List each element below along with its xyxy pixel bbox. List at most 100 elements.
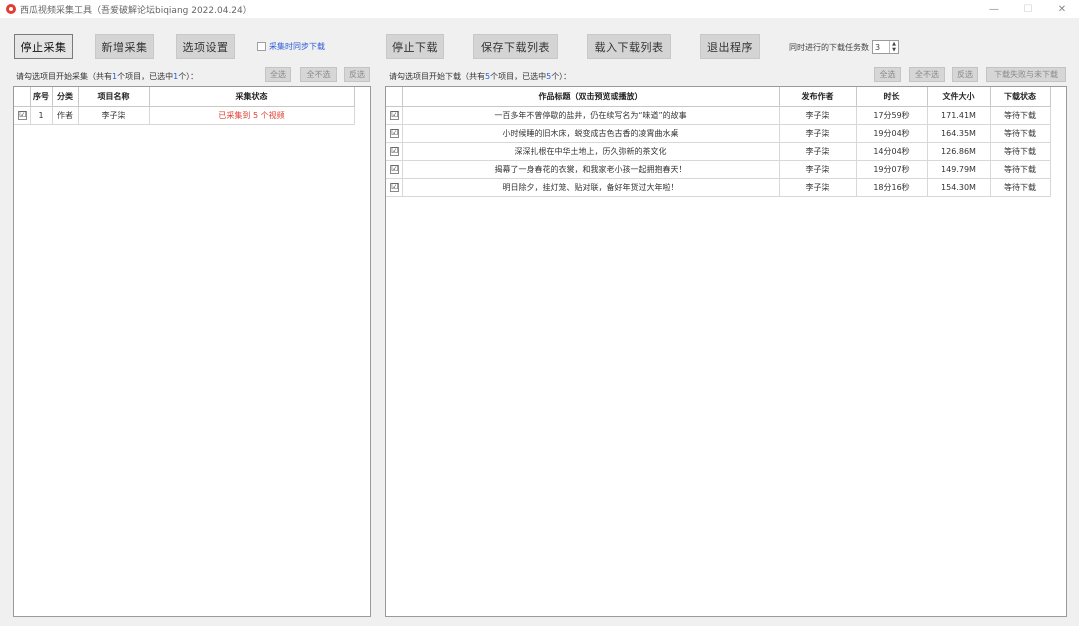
table-row[interactable]: ☑ 深深扎根在中华土地上，历久弥新的茶文化 李子柒 14分04秒 126.86M… [386,142,1051,161]
options-button[interactable]: 选项设置 [176,34,235,59]
stepper-arrows[interactable]: ▲ ▼ [889,41,898,53]
row-name: 李子柒 [78,106,150,125]
download-info-mid: 个项目，已选中 [490,72,547,81]
table-row[interactable]: ☑ 明日除夕，挂灯笼、贴对联，备好年货过大年啦！ 李子柒 18分16秒 154.… [386,178,1051,197]
collect-info-prefix: 请勾选项目开始采集（共有 [16,72,112,81]
table-row[interactable]: ☑ 一百多年不曾停歇的盐井，仍在续写名为“味道”的故事 李子柒 17分59秒 1… [386,106,1051,125]
table-row[interactable]: ☑ 小时候睡的旧木床，蜕变成古色古香的凌霄曲水桌 李子柒 19分04秒 164.… [386,124,1051,143]
row-size: 171.41M [927,106,991,125]
collect-list-panel[interactable]: 序号 分类 项目名称 采集状态 ☑ 1 作者 李子柒 已采集到 5 个视频 [13,86,371,617]
row-download-status: 等待下载 [990,142,1051,161]
row-download-status: 等待下载 [990,160,1051,179]
row-download-status: 等待下载 [990,178,1051,197]
download-info: 请勾选项目开始下载（共有5个项目，已选中5个）： [389,71,571,82]
stop-download-button[interactable]: 停止下载 [386,34,444,59]
table-row[interactable]: ☑ 1 作者 李子柒 已采集到 5 个视频 [14,106,355,125]
collect-invert-button[interactable]: 反选 [344,67,370,82]
row-size: 149.79M [927,160,991,179]
maximize-button[interactable]: ☐ [1011,0,1045,18]
collect-col-index[interactable]: 序号 [30,87,53,107]
row-download-status: 等待下载 [990,124,1051,143]
download-select-none-button[interactable]: 全不选 [909,67,945,82]
row-checkbox-cell[interactable]: ☑ [386,178,403,197]
sync-download-checkbox[interactable]: 采集时同步下载 [257,41,325,52]
download-info-suffix: 个）： [551,72,572,81]
download-info-prefix: 请勾选项目开始下载（共有 [389,72,485,81]
row-title[interactable]: 小时候睡的旧木床，蜕变成古色古香的凌霄曲水桌 [402,124,780,143]
exit-button[interactable]: 退出程序 [700,34,760,59]
download-list-panel[interactable]: 作品标题（双击预览或播放） 发布作者 时长 文件大小 下载状态 ☑ 一百多年不曾… [385,86,1067,617]
row-size: 154.30M [927,178,991,197]
row-title[interactable]: 明日除夕，挂灯笼、贴对联，备好年货过大年啦！ [402,178,780,197]
collect-col-checkbox[interactable] [14,87,31,107]
collect-select-all-button[interactable]: 全选 [265,67,291,82]
row-author: 李子柒 [779,160,857,179]
row-duration: 19分07秒 [856,160,928,179]
row-author: 李子柒 [779,178,857,197]
checkbox-checked-icon[interactable]: ☑ [390,110,400,120]
download-col-title[interactable]: 作品标题（双击预览或播放） [402,87,780,107]
row-title[interactable]: 揭幕了一身春花的衣裳，和我家老小孩一起拥抱春天！ [402,160,780,179]
row-checkbox-cell[interactable]: ☑ [386,106,403,125]
checkbox-icon[interactable] [257,42,266,51]
close-button[interactable]: ✕ [1045,0,1079,18]
row-checkbox-cell[interactable]: ☑ [386,124,403,143]
download-col-author[interactable]: 发布作者 [779,87,857,107]
download-table: 作品标题（双击预览或播放） 发布作者 时长 文件大小 下载状态 ☑ 一百多年不曾… [386,87,1051,197]
window-title: 西瓜视频采集工具（吾爱破解论坛biqiang 2022.04.24） [20,5,252,16]
download-table-header: 作品标题（双击预览或播放） 发布作者 时长 文件大小 下载状态 [386,87,1051,107]
row-duration: 17分59秒 [856,106,928,125]
row-collect-status: 已采集到 5 个视频 [149,106,355,125]
row-title[interactable]: 深深扎根在中华土地上，历久弥新的茶文化 [402,142,780,161]
concurrent-value[interactable]: 3 [873,43,889,52]
row-checkbox-cell[interactable]: ☑ [386,160,403,179]
window-controls: — ☐ ✕ [977,0,1079,18]
download-col-duration[interactable]: 时长 [856,87,928,107]
load-download-list-button[interactable]: 载入下载列表 [587,34,671,59]
download-invert-button[interactable]: 反选 [952,67,978,82]
save-download-list-button[interactable]: 保存下载列表 [473,34,558,59]
stop-collect-button[interactable]: 停止采集 [14,34,73,59]
row-index: 1 [30,106,53,125]
concurrent-tasks-control: 同时进行的下载任务数 3 ▲ ▼ [789,40,899,54]
checkbox-checked-icon[interactable]: ☑ [390,128,400,138]
app-logo-icon [6,4,16,14]
minimize-button[interactable]: — [977,0,1011,18]
concurrent-label: 同时进行的下载任务数 [789,42,869,52]
checkbox-checked-icon[interactable]: ☑ [390,182,400,192]
add-collect-button[interactable]: 新增采集 [95,34,154,59]
download-col-checkbox[interactable] [386,87,403,107]
collect-col-name[interactable]: 项目名称 [78,87,150,107]
checkbox-checked-icon[interactable]: ☑ [18,110,28,120]
download-select-all-button[interactable]: 全选 [874,67,901,82]
row-duration: 14分04秒 [856,142,928,161]
row-size: 164.35M [927,124,991,143]
row-duration: 18分16秒 [856,178,928,197]
sync-download-label: 采集时同步下载 [269,42,325,51]
download-col-status[interactable]: 下载状态 [990,87,1051,107]
collect-info-mid: 个项目，已选中 [117,72,174,81]
checkbox-checked-icon[interactable]: ☑ [390,146,400,156]
collect-table-header: 序号 分类 项目名称 采集状态 [14,87,355,107]
spin-down-icon[interactable]: ▼ [892,47,896,53]
row-author: 李子柒 [779,124,857,143]
row-author: 李子柒 [779,142,857,161]
table-row[interactable]: ☑ 揭幕了一身春花的衣裳，和我家老小孩一起拥抱春天！ 李子柒 19分07秒 14… [386,160,1051,179]
row-category: 作者 [52,106,79,125]
collect-table: 序号 分类 项目名称 采集状态 ☑ 1 作者 李子柒 已采集到 5 个视频 [14,87,355,125]
row-checkbox-cell[interactable]: ☑ [14,106,31,125]
row-duration: 19分04秒 [856,124,928,143]
download-failed-filter-button[interactable]: 下载失败与未下载 [986,67,1066,82]
collect-col-status[interactable]: 采集状态 [149,87,355,107]
row-title[interactable]: 一百多年不曾停歇的盐井，仍在续写名为“味道”的故事 [402,106,780,125]
collect-info: 请勾选项目开始采集（共有1个项目，已选中1个）： [16,71,198,82]
collect-col-category[interactable]: 分类 [52,87,79,107]
row-size: 126.86M [927,142,991,161]
collect-info-suffix: 个）： [178,72,199,81]
row-author: 李子柒 [779,106,857,125]
row-checkbox-cell[interactable]: ☑ [386,142,403,161]
concurrent-stepper[interactable]: 3 ▲ ▼ [872,40,899,54]
collect-select-none-button[interactable]: 全不选 [300,67,337,82]
checkbox-checked-icon[interactable]: ☑ [390,164,400,174]
download-col-size[interactable]: 文件大小 [927,87,991,107]
